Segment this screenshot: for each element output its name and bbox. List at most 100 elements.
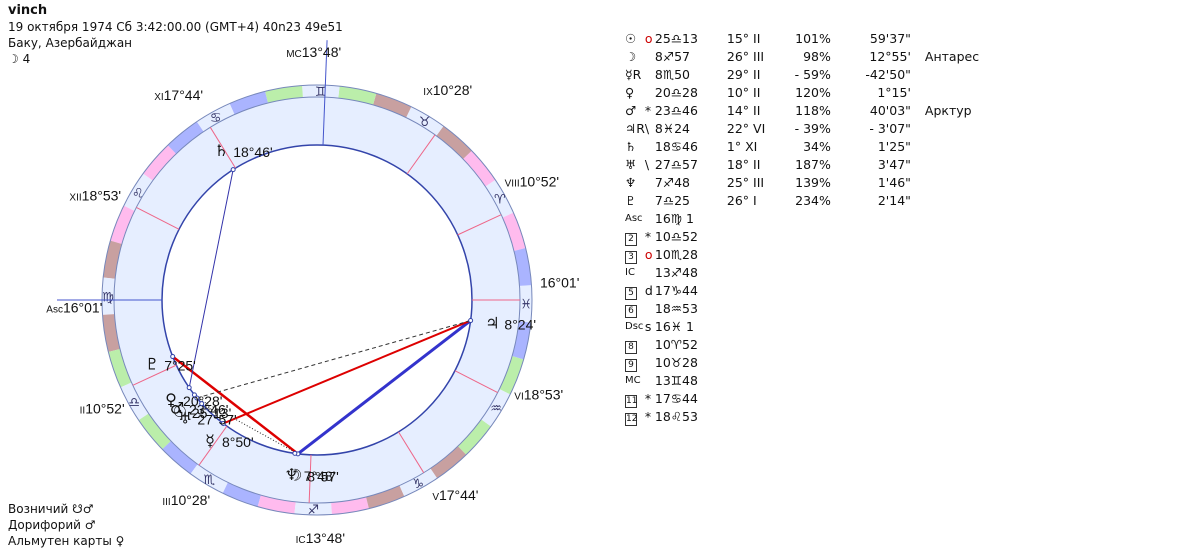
- fixed-star: [925, 120, 995, 138]
- house-cusp-label: XII18°53': [69, 188, 121, 204]
- zodiac-position: 27♎57: [654, 157, 698, 172]
- planet-speed: 40'03": [869, 103, 911, 118]
- zodiac-position: 10♏28: [654, 247, 698, 262]
- zodiac-position: 10♉28: [654, 355, 698, 370]
- cusp-row[interactable]: 6 18♒53: [625, 300, 995, 318]
- sign-glyph: ♈: [494, 193, 506, 208]
- planet-row[interactable]: ☿R 8♏50 29° II - 59% -42'50": [625, 66, 995, 84]
- planet-dot: [292, 450, 298, 456]
- sign-glyph: ♌: [132, 186, 144, 201]
- planet-glyph[interactable]: ♃: [485, 313, 499, 332]
- cusp-label: 5: [625, 282, 645, 300]
- zodiac-position: 8♐57: [654, 49, 690, 64]
- planet-glyph[interactable]: ☿: [205, 431, 215, 450]
- aspect-flag: [645, 372, 655, 390]
- cusp-row[interactable]: 5 d 17♑44: [625, 282, 995, 300]
- planet-glyph-cell: ☉: [625, 31, 637, 46]
- aspect-flag: [645, 336, 655, 354]
- sign-glyph: ♓: [520, 298, 532, 313]
- cusp-row[interactable]: MC 13♊48: [625, 372, 995, 390]
- zodiac-position: 17♋44: [654, 391, 698, 406]
- planet-strength: 234%: [795, 193, 831, 208]
- fixed-star: [925, 66, 995, 84]
- footer-auriga: Возничий ☋♂: [8, 502, 94, 516]
- fixed-star: Антарес: [924, 49, 980, 64]
- cusp-row[interactable]: 3 о 10♏28: [625, 246, 995, 264]
- cusp-row[interactable]: 9 10♉28: [625, 354, 995, 372]
- house-position: 18° II: [726, 157, 761, 172]
- cusp-label: 11: [625, 395, 638, 408]
- fixed-star: [925, 84, 995, 102]
- cusp-label: Dsc: [625, 321, 644, 332]
- planet-dot: [468, 318, 474, 324]
- planet-row[interactable]: ☽ 8♐57 26° III 98% 12°55' Антарес: [625, 48, 995, 66]
- zodiac-position: 17♑44: [654, 283, 698, 298]
- cusp-row[interactable]: Asc 16♍ 1: [625, 210, 995, 228]
- planet-row[interactable]: ♇ 7♎25 26° I 234% 2'14": [625, 192, 995, 210]
- aspect-flag: [645, 48, 655, 66]
- zodiac-position: 20♎28: [654, 85, 698, 100]
- cusp-row[interactable]: 2 * 10♎52: [625, 228, 995, 246]
- house-cusp-label: V17°44': [432, 487, 478, 503]
- aspect-flag: \: [644, 157, 650, 172]
- planet-strength: 118%: [795, 103, 831, 118]
- planet-glyph[interactable]: ♇: [145, 355, 159, 374]
- sign-glyph: ♐: [307, 503, 319, 518]
- planet-speed: 2'14": [877, 193, 911, 208]
- zodiac-position: 10♈52: [654, 337, 698, 352]
- cusp-label: MC: [625, 375, 641, 386]
- planet-glyph-cell: ♄: [625, 139, 637, 154]
- planet-glyph-cell: ☿R: [625, 67, 642, 82]
- aspect-flag: \: [644, 121, 650, 136]
- sign-glyph: ♋: [210, 111, 222, 126]
- house-cusp-label: Asc16°01': [46, 300, 102, 316]
- aspect-flag: *: [644, 409, 652, 424]
- planet-degree-label: 8°24': [504, 316, 536, 332]
- planet-glyph[interactable]: ♆: [285, 465, 299, 484]
- planet-speed: 1°15': [877, 85, 911, 100]
- cusp-row[interactable]: 8 10♈52: [625, 336, 995, 354]
- planet-speed: 1'46": [877, 175, 911, 190]
- cusp-label: 8: [625, 336, 645, 354]
- planet-dot: [230, 167, 236, 173]
- aspect-flag: [645, 174, 655, 192]
- aspect-flag: d: [644, 283, 653, 298]
- fixed-star: [925, 30, 995, 48]
- footer-almuten: Альмутен карты ♀: [8, 534, 125, 548]
- cusp-row[interactable]: Dsc s 16♓ 1: [625, 318, 995, 336]
- fixed-star: [925, 174, 995, 192]
- planet-dot: [186, 385, 192, 391]
- planet-degree-label: 7°48': [304, 468, 336, 484]
- planet-row[interactable]: ♄ 18♋46 1° XI 34% 1'25": [625, 138, 995, 156]
- cusp-row[interactable]: IC 13♐48: [625, 264, 995, 282]
- planet-dot: [199, 401, 205, 407]
- aspect-flag: *: [644, 229, 652, 244]
- planet-glyph-cell: ♀: [625, 85, 635, 100]
- aspect-flag: [645, 192, 655, 210]
- cusp-label: 6: [625, 300, 645, 318]
- house-cusp-label: IC13°48': [296, 530, 345, 546]
- planet-glyph[interactable]: ♅: [178, 408, 192, 427]
- planet-strength: 120%: [795, 85, 831, 100]
- natal-wheel[interactable]: ♈♉♊♋♌♍♎♏♐♑♒♓Asc16°01'II10°52'III10°28'IC…: [0, 0, 600, 549]
- planet-glyph[interactable]: ♄: [214, 141, 228, 160]
- planet-speed: 3'47": [877, 157, 911, 172]
- cusp-row[interactable]: 11 * 17♋44: [625, 390, 995, 408]
- chart-footer: Возничий ☋♂ Дорифорий ♂ Альмутен карты ♀: [8, 501, 124, 549]
- planet-row[interactable]: ♂ * 23♎46 14° II 118% 40'03" Арктур: [625, 102, 995, 120]
- aspect-flag: *: [644, 391, 652, 406]
- planet-row[interactable]: ☉ о 25♎13 15° II 101% 59'37": [625, 30, 995, 48]
- house-position: 14° II: [726, 103, 761, 118]
- cusp-label: 9: [625, 354, 645, 372]
- planet-row[interactable]: ♃R \ 8♓24 22° VI - 39% - 3'07": [625, 120, 995, 138]
- planet-strength: 34%: [803, 139, 831, 154]
- planet-row[interactable]: ♆ 7♐48 25° III 139% 1'46": [625, 174, 995, 192]
- planet-row[interactable]: ♀ 20♎28 10° II 120% 1°15': [625, 84, 995, 102]
- cusp-row[interactable]: 12 * 18♌53: [625, 408, 995, 426]
- house-cusp-label: XI17°44': [154, 87, 203, 103]
- planet-row[interactable]: ♅ \ 27♎57 18° II 187% 3'47": [625, 156, 995, 174]
- house-position: 15° II: [726, 31, 761, 46]
- aspect-flag: *: [644, 103, 652, 118]
- planet-strength: 101%: [795, 31, 831, 46]
- planet-glyph-cell: ♅: [625, 157, 637, 172]
